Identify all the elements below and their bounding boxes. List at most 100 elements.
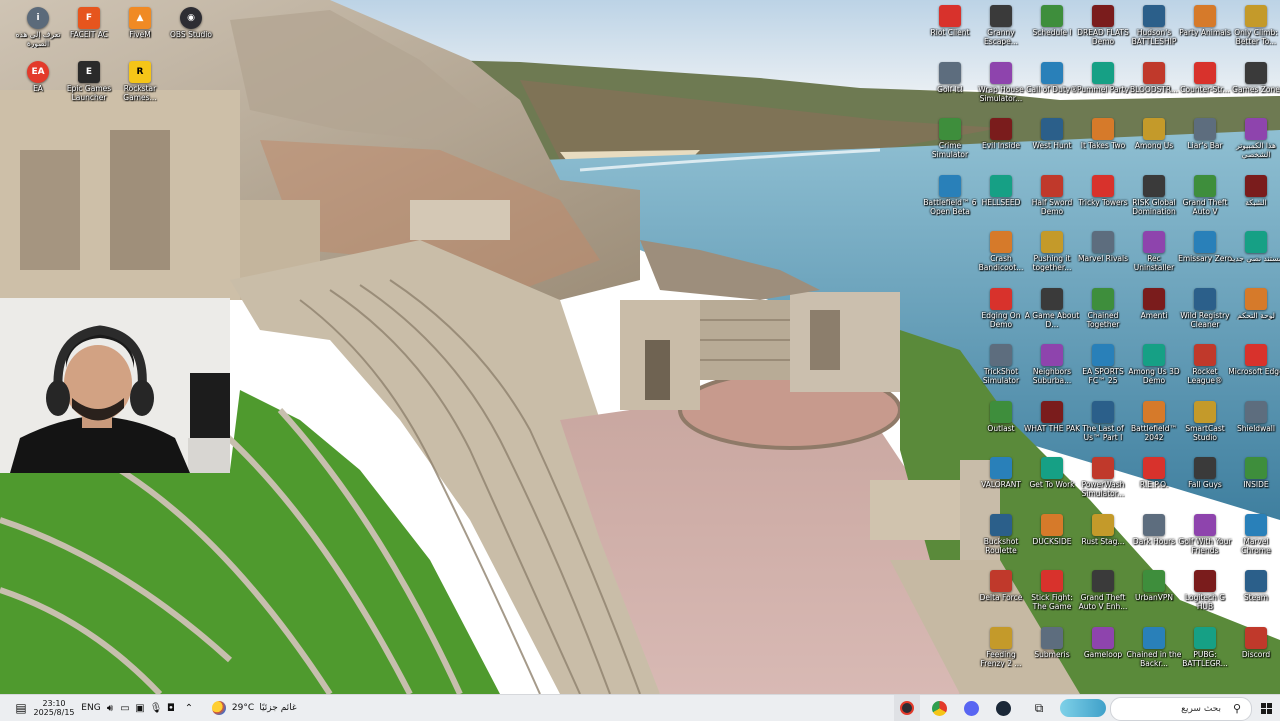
desktop-icon-inside[interactable]: INSIDE	[1228, 454, 1280, 510]
desktop-icon-pubg-battlegr[interactable]: PUBG: BATTLEGR...	[1177, 624, 1233, 680]
desktop-icon-steam[interactable]: Steam	[1228, 567, 1280, 623]
clock[interactable]: 23:10 2025/8/15	[33, 695, 74, 721]
taskbar-app-chrome[interactable]	[926, 695, 952, 721]
desktop-icon-powerwash-simulator[interactable]: PowerWash Simulator...	[1075, 454, 1131, 510]
desktop-icon-west-hunt[interactable]: West Hunt	[1024, 115, 1080, 171]
desktop-icon-amenti[interactable]: Amenti	[1126, 285, 1182, 341]
desktop-icon-r-e-p-o[interactable]: R.E.P.O.	[1126, 454, 1182, 510]
desktop-icon-learn-about-picture[interactable]: i تعرف إلى هذه الصورة	[10, 4, 66, 60]
desktop-icon-chained-together[interactable]: Chained Together	[1075, 285, 1131, 341]
network-icon[interactable]: ▭	[119, 695, 131, 721]
desktop-icon-grand-theft-auto-v[interactable]: Grand Theft Auto V	[1177, 172, 1233, 228]
desktop-icon-risk-global-domination[interactable]: RISK Global Domination	[1126, 172, 1182, 228]
desktop-icon-rec-uninstaller[interactable]: Rec Uninstaller	[1126, 228, 1182, 284]
desktop-icon-grand-theft-auto-v-enh[interactable]: Grand Theft Auto V Enh...	[1075, 567, 1131, 623]
desktop-icon-pummel-party[interactable]: Pummel Party	[1075, 59, 1131, 115]
desktop-icon-item-4-6[interactable]: مستند نصي جديد	[1228, 228, 1280, 284]
microphone-icon[interactable]: 🎙︎	[150, 695, 163, 721]
desktop-icon-chained-in-the-backr[interactable]: Chained in the Backr...	[1126, 624, 1182, 680]
task-view-button[interactable]: ⧉	[1026, 695, 1052, 721]
desktop-icon-party-animals[interactable]: Party Animals	[1177, 2, 1233, 58]
taskbar-app-obs[interactable]	[894, 695, 920, 721]
desktop-icon-call-of-duty[interactable]: Call of Duty®	[1024, 59, 1080, 115]
desktop-icon-smartcast-studio[interactable]: SmartCast Studio	[1177, 398, 1233, 454]
desktop-icon-rockstar-games[interactable]: R Rockstar Games...	[112, 58, 168, 114]
desktop-icon-item-3-6[interactable]: الشبكة	[1228, 172, 1280, 228]
device-icon[interactable]: ◘	[165, 695, 177, 721]
desktop-icon-bloodstr[interactable]: BLOODSTR...	[1126, 59, 1182, 115]
notification-center-button[interactable]: ▤	[10, 695, 32, 721]
desktop-icon-delta-force[interactable]: Delta Force	[973, 567, 1029, 623]
desktop-icon-stick-fight-the-game[interactable]: Stick Fight: The Game	[1024, 567, 1080, 623]
desktop-icon-trickshot-simulator[interactable]: TrickShot Simulator	[973, 341, 1029, 397]
desktop-icon-the-last-of-us-part-i[interactable]: The Last of Us™ Part I	[1075, 398, 1131, 454]
desktop-icon-hellseed[interactable]: HELLSEED	[973, 172, 1029, 228]
desktop-icon-item-2-6[interactable]: هذا الكمبيوتر الشخصي	[1228, 115, 1280, 171]
desktop-icon-wrap-house-simulator[interactable]: Wrap House Simulator...	[973, 59, 1029, 115]
desktop-icon-duckside[interactable]: DUCKSIDE	[1024, 511, 1080, 567]
language-indicator[interactable]: ENG	[80, 695, 102, 721]
start-button[interactable]	[1256, 695, 1276, 721]
desktop-icon-golf-it[interactable]: Golf It!	[922, 59, 978, 115]
desktop-icon-neighbors-suburba[interactable]: Neighbors Suburba...	[1024, 341, 1080, 397]
desktop-icon-fivem[interactable]: ▲ FiveM	[112, 4, 168, 60]
desktop-icon-ea-sports-fc-25[interactable]: EA SPORTS FC™ 25	[1075, 341, 1131, 397]
desktop-icon-epic-games-launcher[interactable]: E Epic Games Launcher	[61, 58, 117, 114]
desktop-icon-gameloop[interactable]: Gameloop	[1075, 624, 1131, 680]
taskbar-app-discord[interactable]	[958, 695, 984, 721]
desktop-icon-faceit-ac[interactable]: F FACEIT AC	[61, 4, 117, 60]
show-hidden-icons-chevron-icon[interactable]: ⌃	[182, 695, 196, 721]
weather-temperature[interactable]: 29°C	[230, 695, 256, 721]
desktop-icon-submeris[interactable]: Submeris	[1024, 624, 1080, 680]
desktop-icon-among-us[interactable]: Among Us	[1126, 115, 1182, 171]
weather-description[interactable]: غائم جزئيًا	[256, 695, 300, 721]
desktop-icon-tricky-towers[interactable]: Tricky Towers	[1075, 172, 1131, 228]
desktop-icon-obs-studio[interactable]: ◉ OBS Studio	[163, 4, 219, 60]
desktop-icon-golf-with-your-friends[interactable]: Golf With Your Friends	[1177, 511, 1233, 567]
desktop-icon-marvel-chrome[interactable]: Marvel Chrome	[1228, 511, 1280, 567]
desktop-icon-item-5-6[interactable]: لوحة التحكم	[1228, 285, 1280, 341]
desktop-icon-rust-stag[interactable]: Rust Stag...	[1075, 511, 1131, 567]
desktop-icon-battlefield-2042[interactable]: Battlefield™ 2042	[1126, 398, 1182, 454]
desktop-icon-schedule-i[interactable]: Schedule I	[1024, 2, 1080, 58]
volume-icon[interactable]: 🔊︎	[104, 695, 116, 721]
desktop-icon-emissary-zero[interactable]: Emissary Zero	[1177, 228, 1233, 284]
desktop-icon-ea[interactable]: EA EA	[10, 58, 66, 114]
desktop-icon-microsoft-edge[interactable]: Microsoft Edge	[1228, 341, 1280, 397]
weather-widget-icon[interactable]	[208, 695, 230, 721]
desktop-icon-crash-bandicoot[interactable]: Crash Bandicoot...	[973, 228, 1029, 284]
desktop-icon-valorant[interactable]: VALORANT	[973, 454, 1029, 510]
desktop-icon-battlefield-6-open-beta[interactable]: Battlefield™ 6 Open Beta	[922, 172, 978, 228]
desktop-icon-feeding-frenzy-2[interactable]: Feeding Frenzy 2 ...	[973, 624, 1029, 680]
desktop-icon-games-zone[interactable]: Games Zone	[1228, 59, 1280, 115]
desktop-icon-buckshot-roulette[interactable]: Buckshot Roulette	[973, 511, 1029, 567]
taskbar-app-game[interactable]	[1058, 695, 1108, 721]
desktop-icon-hudson-s-battleship[interactable]: Hudson's BATTLESHIP	[1126, 2, 1182, 58]
search-box[interactable]: بحث سريع ⚲	[1110, 697, 1252, 721]
desktop-icon-marvel-rivals[interactable]: Marvel Rivals	[1075, 228, 1131, 284]
desktop-icon-urbanvpn[interactable]: UrbanVPN	[1126, 567, 1182, 623]
desktop-icon-rocket-league[interactable]: Rocket League®	[1177, 341, 1233, 397]
desktop-icon-riot-client[interactable]: Riot Client	[922, 2, 978, 58]
desktop-icon-dark-hours[interactable]: Dark Hours	[1126, 511, 1182, 567]
desktop-icon-what-the-pak[interactable]: WHAT THE PAK	[1024, 398, 1080, 454]
desktop-icon-wild-registry-cleaner[interactable]: Wild Registry Cleaner	[1177, 285, 1233, 341]
desktop-icon-half-sword-demo[interactable]: Half Sword Demo	[1024, 172, 1080, 228]
desktop-icon-it-takes-two[interactable]: It Takes Two	[1075, 115, 1131, 171]
desktop-icon-shieldwall[interactable]: Shieldwall	[1228, 398, 1280, 454]
desktop-icon-liar-s-bar[interactable]: Liar's Bar	[1177, 115, 1233, 171]
desktop-icon-only-climb-better-to[interactable]: Only Climb: Better To...	[1228, 2, 1280, 58]
desktop-icon-logitech-g-hub[interactable]: Logitech G HUB	[1177, 567, 1233, 623]
desktop-icon-granny-escape[interactable]: Granny Escape...	[973, 2, 1029, 58]
desktop-icon-outlast[interactable]: Outlast	[973, 398, 1029, 454]
desktop-icon-counter-str[interactable]: Counter-Str...	[1177, 59, 1233, 115]
desktop-icon-fall-guys[interactable]: Fall Guys	[1177, 454, 1233, 510]
desktop-icon-crime-simulator[interactable]: Crime Simulator	[922, 115, 978, 171]
desktop-icon-dread-flats-demo[interactable]: DREAD FLATS Demo	[1075, 2, 1131, 58]
desktop-icon-pushing-it-together[interactable]: Pushing it together...	[1024, 228, 1080, 284]
desktop-icon-evil-inside[interactable]: Evil Inside	[973, 115, 1029, 171]
desktop-icon-edging-on-demo[interactable]: Edging On Demo	[973, 285, 1029, 341]
desktop-icon-among-us-3d-demo[interactable]: Among Us 3D Demo	[1126, 341, 1182, 397]
display-icon[interactable]: ▣	[134, 695, 146, 721]
taskbar-app-steam[interactable]	[990, 695, 1016, 721]
